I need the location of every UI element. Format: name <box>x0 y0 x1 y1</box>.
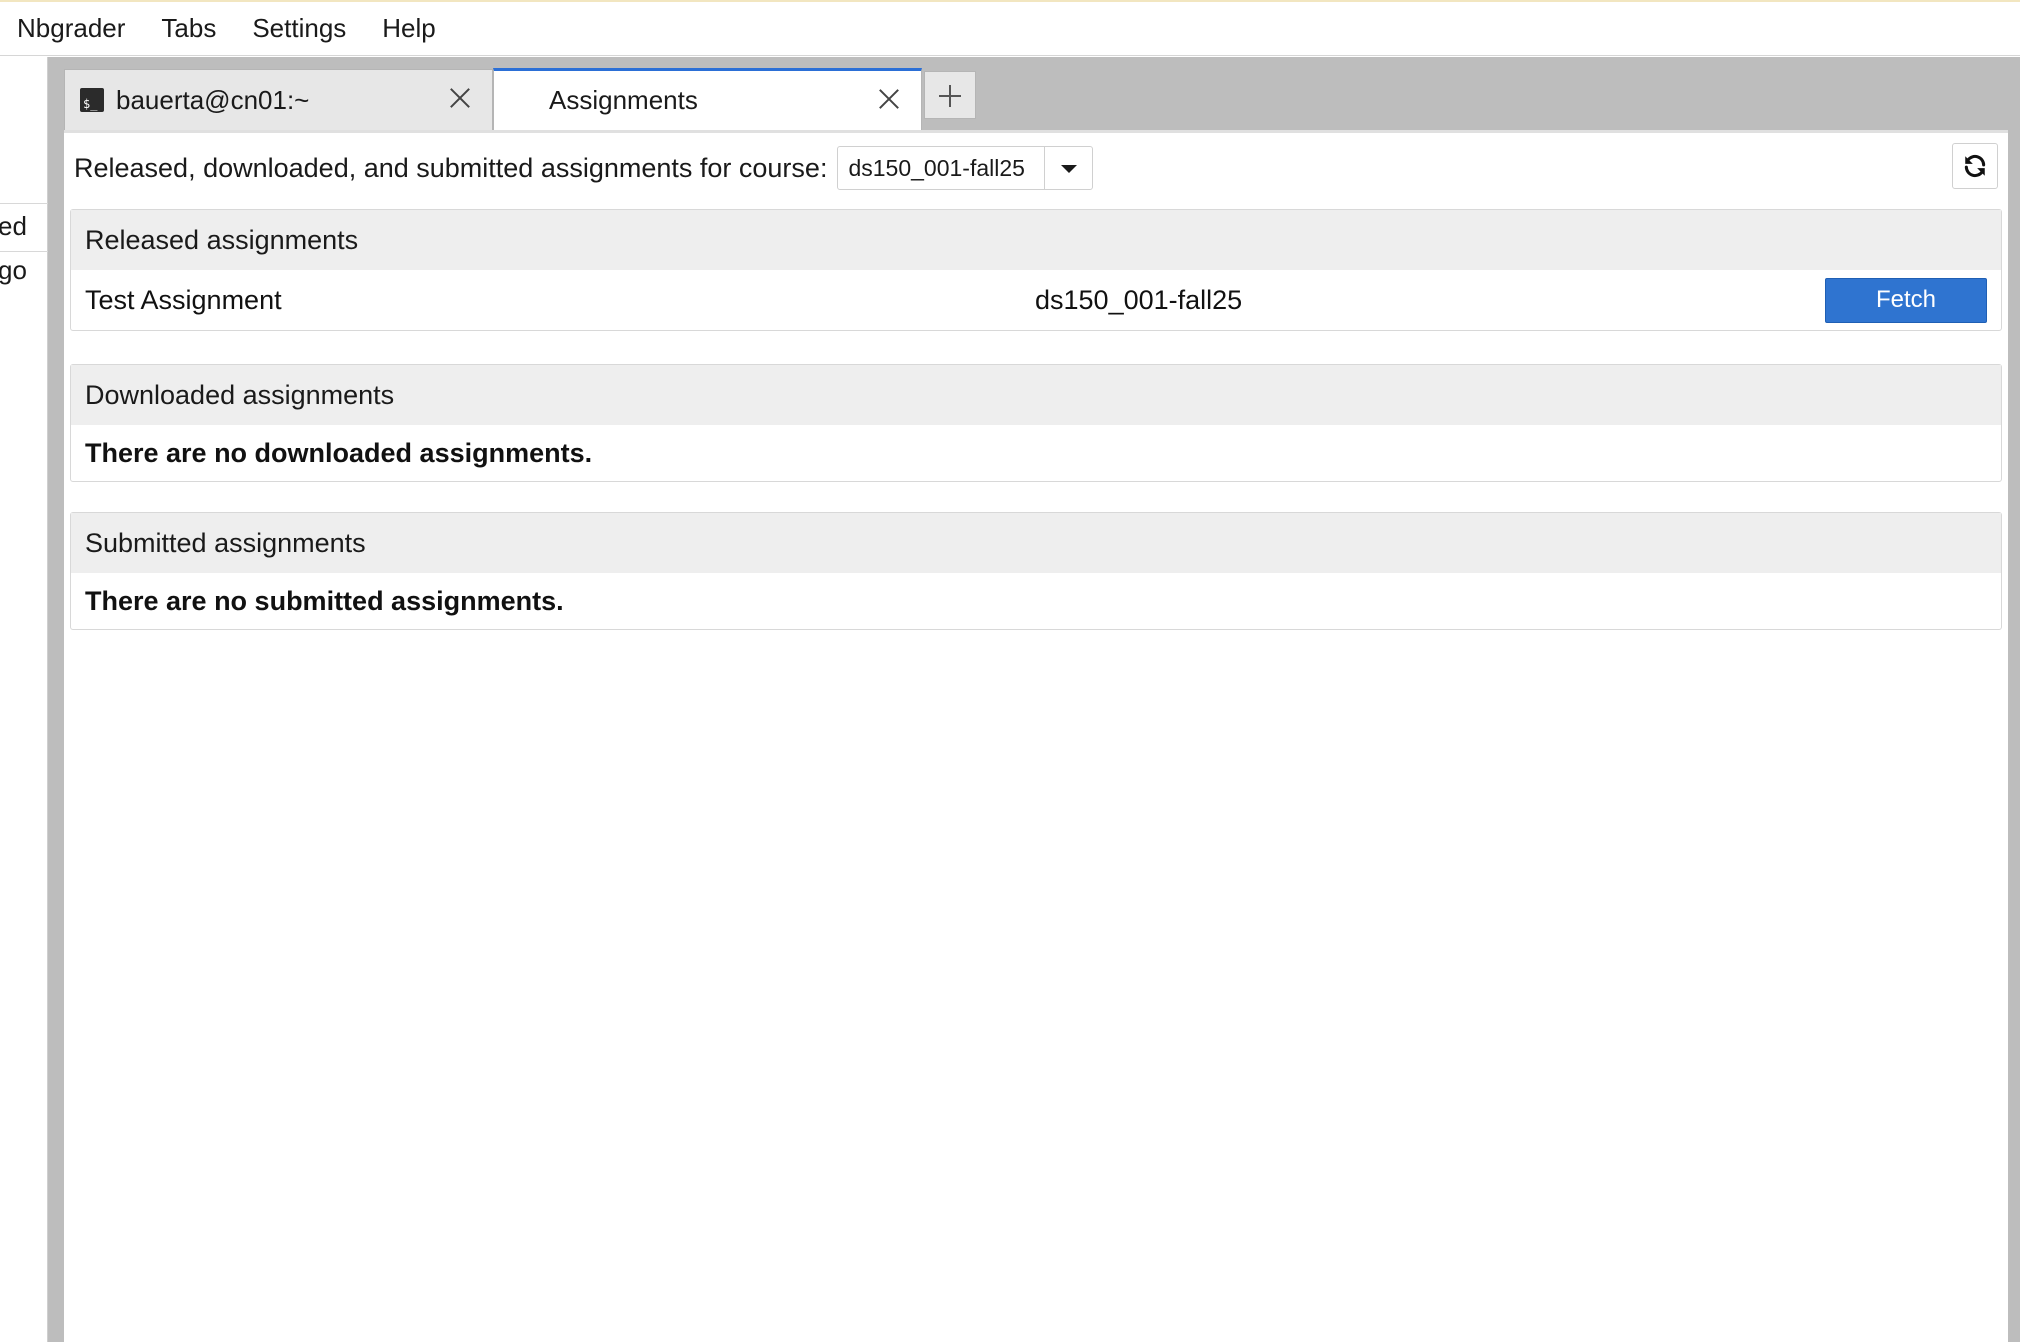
course-select-value: ds150_001-fall25 <box>848 154 1025 181</box>
section-title: Released assignments <box>71 210 2001 270</box>
sidebar-item-fragment[interactable]: go <box>0 255 27 286</box>
empty-message: There are no downloaded assignments. <box>85 437 593 468</box>
terminal-icon: $_ <box>80 88 104 112</box>
course-select[interactable]: ds150_001-fall25 <box>837 146 1094 190</box>
section-title: Downloaded assignments <box>71 365 2001 425</box>
sidebar-divider <box>0 251 48 252</box>
menu-tabs[interactable]: Tabs <box>143 13 234 44</box>
menu-bar: Nbgrader Tabs Settings Help <box>0 0 2020 56</box>
section-title: Submitted assignments <box>71 513 2001 573</box>
tab-terminal[interactable]: $_ bauerta@cn01:~ <box>64 69 493 130</box>
close-icon[interactable] <box>875 85 903 113</box>
sidebar-divider <box>0 203 48 204</box>
course-selector-row: Released, downloaded, and submitted assi… <box>74 143 1998 193</box>
sidebar-item-fragment[interactable]: ed <box>0 211 27 242</box>
tab-assignments[interactable]: Assignments <box>493 68 922 130</box>
released-assignments-section: Released assignments Test Assignment ds1… <box>70 209 2002 331</box>
fetch-button[interactable]: Fetch <box>1825 277 1987 323</box>
empty-state: There are no submitted assignments. <box>71 573 2001 629</box>
left-sidebar: ed go <box>0 57 48 1342</box>
empty-message: There are no submitted assignments. <box>85 585 564 616</box>
downloaded-assignments-section: Downloaded assignments There are no down… <box>70 364 2002 482</box>
menu-settings[interactable]: Settings <box>234 13 364 44</box>
assignment-name: Test Assignment <box>85 284 282 315</box>
empty-state: There are no downloaded assignments. <box>71 425 2001 481</box>
tab-label: Assignments <box>549 85 698 115</box>
course-label: Released, downloaded, and submitted assi… <box>74 152 828 183</box>
menu-nbgrader[interactable]: Nbgrader <box>0 13 143 44</box>
refresh-button[interactable] <box>1952 143 1998 189</box>
assignments-panel: Released, downloaded, and submitted assi… <box>64 130 2008 1342</box>
add-tab-button[interactable] <box>924 71 976 119</box>
dock-area: $_ bauerta@cn01:~ Assignments Released, … <box>48 57 2020 1342</box>
submitted-assignments-section: Submitted assignments There are no submi… <box>70 512 2002 630</box>
tab-bar: $_ bauerta@cn01:~ Assignments <box>64 68 976 130</box>
refresh-icon <box>1964 154 1986 178</box>
menu-help[interactable]: Help <box>364 13 453 44</box>
chevron-down-icon[interactable] <box>1044 147 1092 189</box>
tab-label: bauerta@cn01:~ <box>116 84 310 115</box>
assignment-course: ds150_001-fall25 <box>1035 284 1243 315</box>
close-icon[interactable] <box>446 84 474 112</box>
table-row: Test Assignment ds150_001-fall25 Fetch <box>71 270 2001 330</box>
